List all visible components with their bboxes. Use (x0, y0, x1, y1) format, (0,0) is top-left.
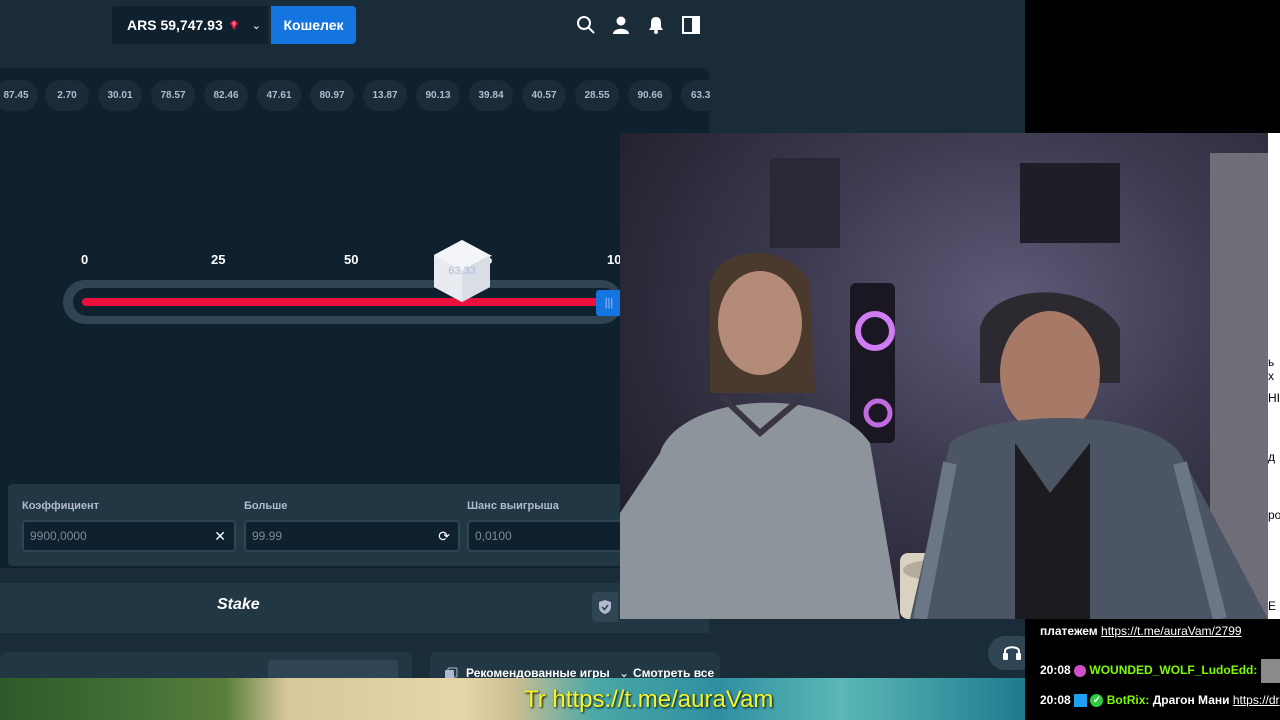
chat-link[interactable]: https://dr (1233, 693, 1280, 707)
shield-check-icon (599, 600, 611, 614)
chat-time: 20:08 (1040, 693, 1071, 707)
chevron-down-icon: ⌄ (251, 19, 261, 32)
chat-fragment: д (1268, 450, 1276, 464)
search-icon[interactable] (576, 15, 596, 35)
chat-message: 20:08 ✓ BotRix: Драгон Мани https://dr (1040, 693, 1280, 708)
scale-label: 25 (211, 252, 226, 267)
history-pill[interactable]: 63.3 (681, 80, 711, 111)
headset-icon (1003, 646, 1021, 660)
multiplier-label: Коэффициент (22, 500, 100, 512)
currency-gem-icon (229, 20, 238, 30)
scale-label: 0 (81, 252, 89, 267)
chat-fragment: НІ (1268, 391, 1280, 405)
multiplier-value: 9900,0000 (30, 529, 87, 543)
swap-icon[interactable]: ⟳ (438, 528, 450, 545)
stream-chat: платежем https://t.me/auraVam/2799 20:08… (1025, 619, 1280, 720)
history-pill[interactable]: 30.01 (98, 80, 142, 111)
dice-result-value: 63.33 (448, 265, 476, 277)
notification-bell-icon[interactable] (646, 15, 666, 35)
chat-fragment: Е (1268, 599, 1277, 613)
win-chance-label: Шанс выигрыша (467, 500, 559, 512)
roll-over-label: Больше (244, 500, 288, 512)
chat-username[interactable]: WOUNDED_WOLF_LudoEdd: (1089, 663, 1257, 677)
history-pill[interactable]: 82.46 (204, 80, 248, 111)
fairness-button[interactable] (592, 592, 618, 622)
chat-message: 20:08 WOUNDED_WOLF_LudoEdd: (1040, 659, 1280, 683)
slider-range-bar (82, 298, 602, 306)
game-description-card (0, 652, 412, 680)
scale-label: 50 (344, 252, 359, 267)
win-chance-input[interactable]: 0,0100 (467, 520, 627, 552)
user-icon[interactable] (611, 15, 631, 35)
bot-badge-icon (1074, 694, 1088, 708)
history-pill[interactable]: 39.84 (469, 80, 513, 111)
balance-amount: ARS 59,747.93 (127, 17, 223, 33)
slider-handle[interactable]: ||| (596, 290, 622, 316)
chat-fragment: ро (1268, 508, 1280, 522)
history-pill[interactable]: 78.57 (151, 80, 195, 111)
wallet-button[interactable]: Кошелек (271, 6, 356, 44)
roll-over-input[interactable]: 99.99 ⟳ (244, 520, 460, 552)
sidebar-toggle-icon[interactable] (681, 15, 701, 35)
history-pill[interactable]: 90.13 (416, 80, 460, 111)
clear-icon[interactable]: ✕ (214, 528, 226, 545)
chat-time: 20:08 (1040, 663, 1071, 678)
history-pill[interactable]: 40.57 (522, 80, 566, 111)
win-chance-value: 0,0100 (475, 529, 512, 543)
history-pill[interactable]: 90.66 (628, 80, 672, 111)
verified-check-icon: ✓ (1090, 694, 1104, 708)
history-pill[interactable]: 80.97 (310, 80, 354, 111)
history-pill[interactable]: 87.45 (0, 80, 38, 111)
promo-link-overlay: Tr https://t.me/auraVam (524, 686, 774, 713)
chat-fragment: ь х (1268, 355, 1275, 383)
chat-side-strip: ь х НІ д ро Е (1268, 133, 1280, 619)
live-support-button[interactable] (988, 636, 1025, 670)
history-pill[interactable]: 13.87 (363, 80, 407, 111)
webcam-video (620, 153, 1268, 619)
history-pill[interactable]: 28.55 (575, 80, 619, 111)
roll-over-value: 99.99 (252, 529, 283, 543)
chat-text: Драгон Мани (1152, 693, 1230, 707)
webcam-overlay (620, 133, 1268, 619)
dice-result-cube: 63.33 (434, 240, 490, 302)
card-tab[interactable] (268, 660, 398, 680)
chat-text: платежем (1040, 624, 1098, 638)
balance-selector[interactable]: ARS 59,747.93 ⌄ (112, 6, 268, 44)
beach-banner (0, 678, 1025, 720)
history-pill[interactable]: 47.61 (257, 80, 301, 111)
history-pill[interactable]: 2.70 (45, 80, 89, 111)
chat-link[interactable]: https://t.me/auraVam/2799 (1101, 624, 1242, 638)
emote-icon (1260, 659, 1280, 683)
user-badge-icon (1074, 665, 1087, 677)
chat-message: платежем https://t.me/auraVam/2799 (1040, 624, 1242, 638)
chat-username[interactable]: BotRix: (1107, 693, 1150, 707)
stake-logo: Stake (217, 596, 260, 613)
multiplier-input[interactable]: 9900,0000 ✕ (22, 520, 236, 552)
